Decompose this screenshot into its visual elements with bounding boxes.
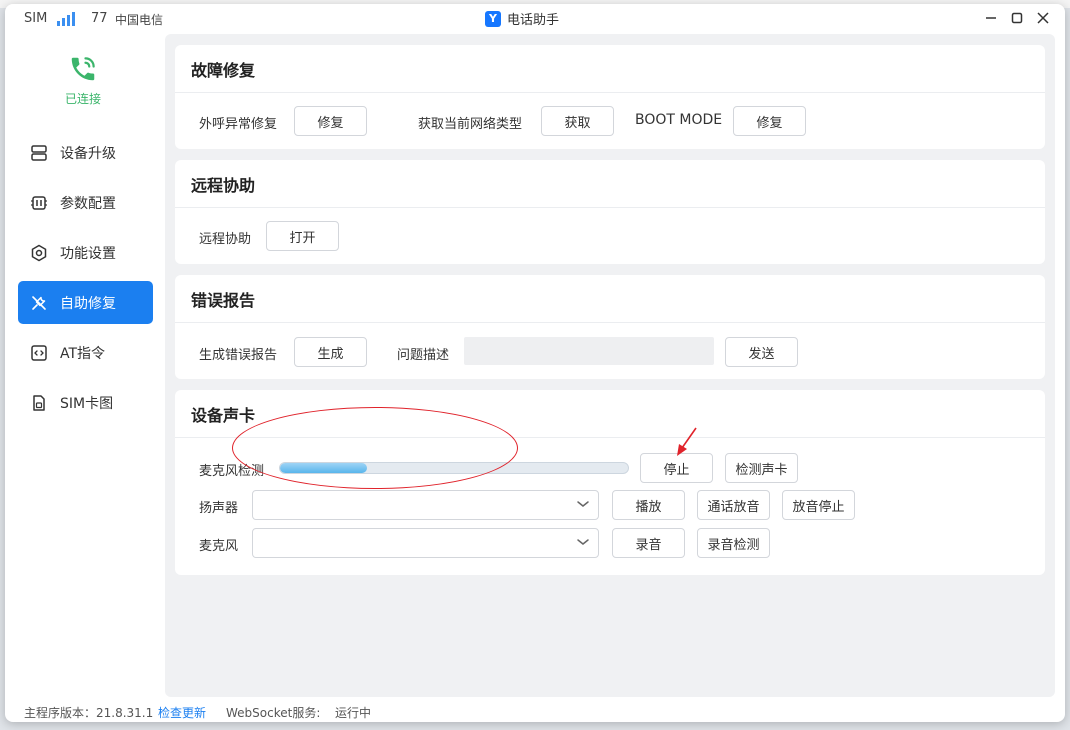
card-title: 故障修复	[175, 45, 1045, 93]
status-bar: 主程序版本：21.8.31.1 检查更新 WebSocket服务: 运行中	[5, 700, 1065, 722]
get-network-type-button[interactable]: 获取	[541, 106, 614, 136]
code-icon	[31, 344, 47, 361]
call-play-button[interactable]: 通话放音	[697, 490, 770, 520]
app-title-text: 电话助手	[507, 13, 560, 28]
play-button[interactable]: 播放	[612, 490, 685, 520]
record-button[interactable]: 录音	[612, 528, 685, 558]
generate-report-label: 生成错误报告	[199, 348, 278, 363]
outbound-repair-button[interactable]: 修复	[294, 106, 367, 136]
boot-mode-label: BOOT MODE	[635, 112, 723, 128]
carrier-name: 中国电信	[115, 13, 164, 27]
close-button[interactable]	[1030, 6, 1056, 30]
sidebar: 已连接 设备升级 参数配置 功能设置 自助修复 AT指令 SIM卡图	[5, 34, 165, 694]
stop-button[interactable]: 停止	[640, 453, 713, 483]
sidebar-item-label: SIM卡图	[60, 395, 114, 412]
stop-play-button[interactable]: 放音停止	[782, 490, 855, 520]
boot-mode-repair-button[interactable]: 修复	[733, 106, 806, 136]
connection-indicator: 已连接	[50, 54, 116, 107]
close-icon	[1037, 12, 1049, 24]
open-remote-assist-button[interactable]: 打开	[266, 221, 339, 251]
version-label: 主程序版本：21.8.31.1	[24, 706, 154, 720]
title-bar: SIM 77 中国电信 Y 电话助手	[5, 4, 1065, 34]
sidebar-item-self-repair[interactable]: 自助修复	[18, 281, 153, 324]
signal-value: 77	[91, 11, 108, 26]
card-title: 远程协助	[175, 160, 1045, 208]
sound-card-card: 设备声卡 麦克风检测 停止 检测声卡 扬声器 播放 通话放音 放音停止 麦克风 …	[175, 390, 1045, 575]
outbound-repair-label: 外呼异常修复	[199, 117, 278, 132]
sidebar-item-label: 功能设置	[60, 245, 116, 262]
microphone-label: 麦克风	[199, 539, 239, 554]
phone-call-icon	[71, 57, 95, 81]
app-logo-icon: Y	[485, 10, 501, 27]
error-report-row: 生成错误报告 生成 问题描述 发送	[175, 337, 1045, 367]
connection-status: 已连接	[64, 92, 101, 106]
device-upgrade-icon	[31, 144, 47, 161]
remote-assist-label: 远程协助	[199, 232, 252, 247]
sidebar-item-at-command[interactable]: AT指令	[18, 331, 153, 374]
mic-test-row: 麦克风检测 停止 检测声卡	[175, 453, 1045, 483]
sidebar-item-label: 自助修复	[60, 295, 116, 312]
sidebar-item-label: AT指令	[60, 345, 106, 362]
generate-report-button[interactable]: 生成	[294, 337, 367, 367]
gear-icon	[31, 244, 47, 261]
problem-description-label: 问题描述	[397, 348, 450, 363]
sidebar-item-sim-card[interactable]: SIM卡图	[18, 381, 153, 424]
remote-assist-card: 远程协助 远程协助 打开	[175, 160, 1045, 264]
sim-card-icon	[33, 394, 45, 411]
sidebar-item-label: 设备升级	[60, 145, 116, 162]
record-check-button[interactable]: 录音检测	[697, 528, 770, 558]
check-update-link[interactable]: 检查更新	[158, 704, 206, 721]
maximize-button[interactable]	[1004, 6, 1030, 30]
speaker-label: 扬声器	[199, 501, 239, 516]
speaker-row: 扬声器 播放 通话放音 放音停止	[175, 490, 1045, 520]
chevron-down-icon	[577, 501, 589, 507]
sidebar-item-function-settings[interactable]: 功能设置	[18, 231, 153, 274]
speaker-select[interactable]	[252, 490, 599, 520]
chip-icon	[31, 195, 47, 210]
card-title: 错误报告	[175, 275, 1045, 323]
error-report-card: 错误报告 生成错误报告 生成 问题描述 发送	[175, 275, 1045, 379]
detect-sound-card-button[interactable]: 检测声卡	[725, 453, 798, 483]
chevron-down-icon	[577, 539, 589, 545]
websocket-status: 运行中	[335, 706, 372, 720]
fault-repair-row: 外呼异常修复 修复 获取当前网络类型 获取 BOOT MODE 修复	[175, 106, 1045, 136]
tools-icon	[32, 295, 46, 310]
remote-assist-row: 远程协助 打开	[175, 221, 1045, 251]
mic-level-fill	[280, 463, 367, 473]
main-content: 故障修复 外呼异常修复 修复 获取当前网络类型 获取 BOOT MODE 修复 …	[165, 34, 1055, 697]
app-window: SIM 77 中国电信 Y 电话助手 已连接 设备升级 参数配置 功能设置 自助…	[5, 4, 1065, 722]
microphone-row: 麦克风 录音 录音检测	[175, 528, 1045, 558]
minimize-icon	[986, 17, 996, 19]
card-title: 设备声卡	[175, 390, 1045, 438]
sidebar-item-label: 参数配置	[60, 195, 116, 212]
window-title: Y 电话助手	[485, 9, 559, 28]
websocket-label: WebSocket服务:	[226, 706, 321, 720]
minimize-button[interactable]	[978, 6, 1004, 30]
mic-level-bar	[279, 462, 629, 474]
sidebar-item-device-upgrade[interactable]: 设备升级	[18, 131, 153, 174]
problem-description-input[interactable]	[464, 337, 714, 365]
sim-label: SIM	[24, 11, 48, 26]
mic-test-label: 麦克风检测	[199, 464, 265, 479]
maximize-icon	[1011, 12, 1023, 24]
network-type-label: 获取当前网络类型	[418, 117, 523, 132]
sidebar-item-param-config[interactable]: 参数配置	[18, 181, 153, 224]
microphone-select[interactable]	[252, 528, 599, 558]
send-report-button[interactable]: 发送	[725, 337, 798, 367]
signal-icon	[57, 12, 77, 26]
fault-repair-card: 故障修复 外呼异常修复 修复 获取当前网络类型 获取 BOOT MODE 修复	[175, 45, 1045, 149]
